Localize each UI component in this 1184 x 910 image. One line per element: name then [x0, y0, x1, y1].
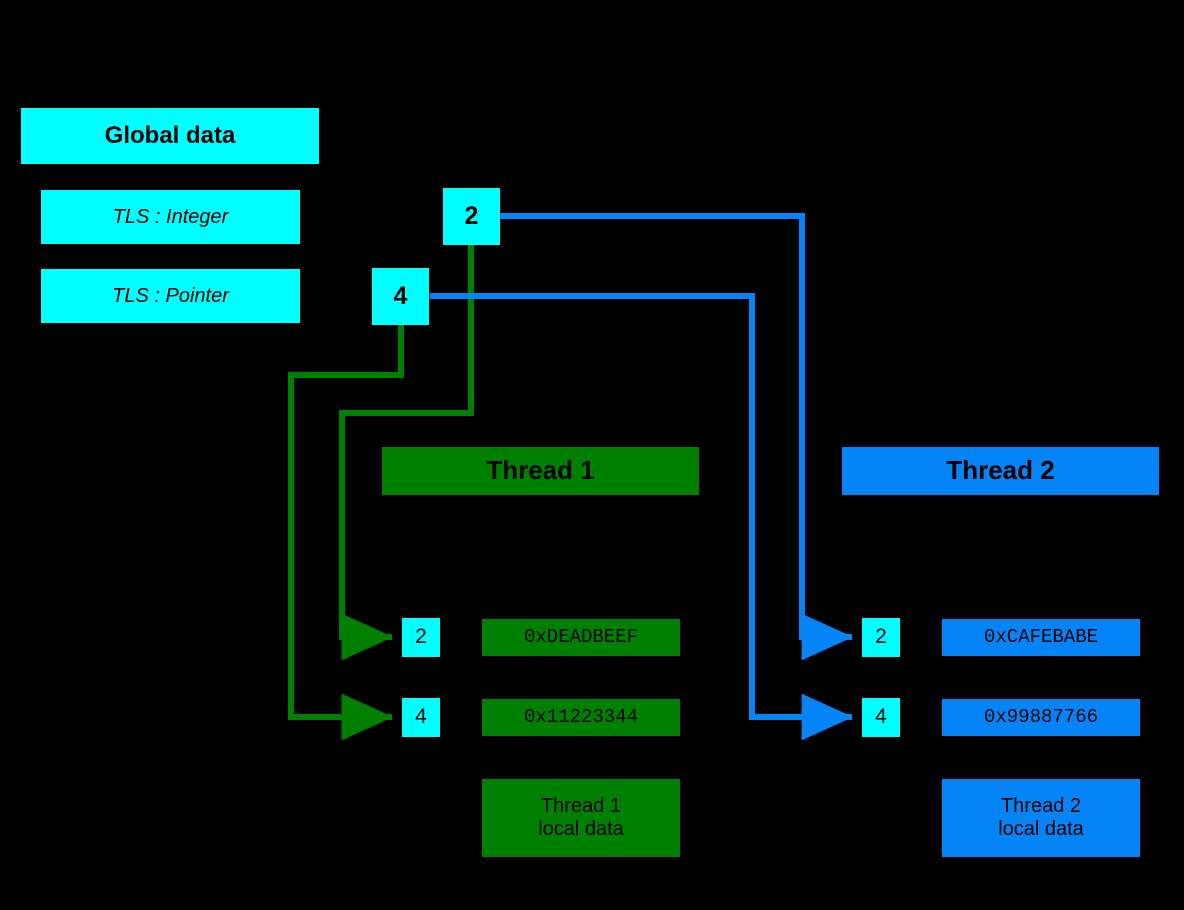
thread-2-header: Thread 2: [842, 447, 1159, 495]
thread-2-local-data: Thread 2 local data: [942, 779, 1140, 857]
thread-2-slot-value-0: 0xCAFEBABE: [942, 619, 1140, 656]
tls-row-pointer: TLS : Pointer: [41, 269, 300, 323]
tls-row-integer: TLS : Integer: [41, 190, 300, 244]
thread-1-slot-value-1: 0x11223344: [482, 699, 680, 736]
thread-2-slot-index-1: 4: [862, 698, 900, 737]
wire-key2-to-thread2-slot2: [500, 213, 854, 661]
thread-2-slot-index-0: 2: [862, 618, 900, 657]
thread-1-header: Thread 1: [382, 447, 699, 495]
thread-1-slot-value-0: 0xDEADBEEF: [482, 619, 680, 656]
tls-key-pointer-box: 4: [372, 268, 429, 325]
thread-1-slot-index-0: 2: [402, 618, 440, 657]
diagram-canvas: Global data TLS : Integer TLS : Pointer …: [0, 0, 1184, 910]
thread-2-slot-value-1: 0x99887766: [942, 699, 1140, 736]
tls-key-integer-box: 2: [443, 188, 500, 245]
thread-1-local-data: Thread 1 local data: [482, 779, 680, 857]
global-data-header: Global data: [21, 108, 319, 164]
thread-1-slot-index-1: 4: [402, 698, 440, 737]
wire-key4-to-thread1-slot4: [288, 325, 404, 741]
